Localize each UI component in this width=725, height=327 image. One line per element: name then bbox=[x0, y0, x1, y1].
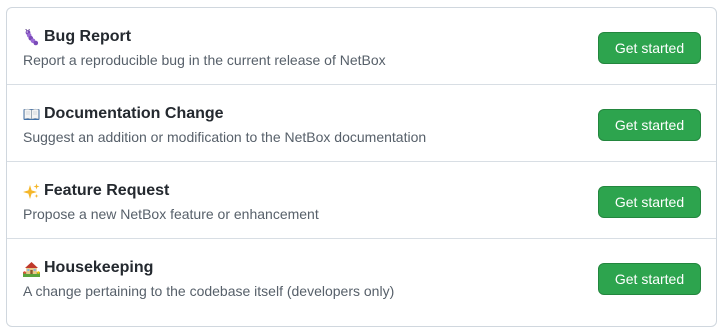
caterpillar-icon bbox=[23, 28, 40, 46]
template-row-feature-request: Feature Request Propose a new NetBox fea… bbox=[7, 162, 716, 239]
issue-template-list: Bug Report Report a reproducible bug in … bbox=[6, 7, 717, 327]
get-started-button-documentation-change[interactable]: Get started bbox=[598, 109, 701, 141]
template-title: Documentation Change bbox=[44, 105, 224, 122]
get-started-button-bug-report[interactable]: Get started bbox=[598, 32, 701, 64]
template-description: Report a reproducible bug in the current… bbox=[23, 52, 386, 68]
template-title-row: Bug Report bbox=[23, 27, 131, 47]
template-description: Propose a new NetBox feature or enhancem… bbox=[23, 206, 319, 222]
template-title: Feature Request bbox=[44, 182, 170, 199]
get-started-button-feature-request[interactable]: Get started bbox=[598, 186, 701, 218]
template-title: Bug Report bbox=[44, 28, 132, 45]
template-title-row: Feature Request bbox=[23, 181, 169, 201]
template-description: A change pertaining to the codebase itse… bbox=[23, 283, 395, 299]
template-row-documentation-change: Documentation Change Suggest an addition… bbox=[7, 85, 716, 162]
template-row-bug-report: Bug Report Report a reproducible bug in … bbox=[7, 8, 716, 85]
open-book-icon bbox=[23, 106, 40, 123]
template-title-row: Documentation Change bbox=[23, 104, 224, 124]
template-title-row: Housekeeping bbox=[23, 258, 153, 278]
template-title: Housekeeping bbox=[44, 259, 154, 276]
get-started-button-housekeeping[interactable]: Get started bbox=[598, 263, 701, 295]
sparkles-icon bbox=[23, 183, 40, 200]
template-row-housekeeping: Housekeeping A change pertaining to the … bbox=[7, 239, 716, 316]
template-description: Suggest an addition or modification to t… bbox=[23, 129, 427, 145]
house-garden-icon bbox=[23, 260, 40, 277]
